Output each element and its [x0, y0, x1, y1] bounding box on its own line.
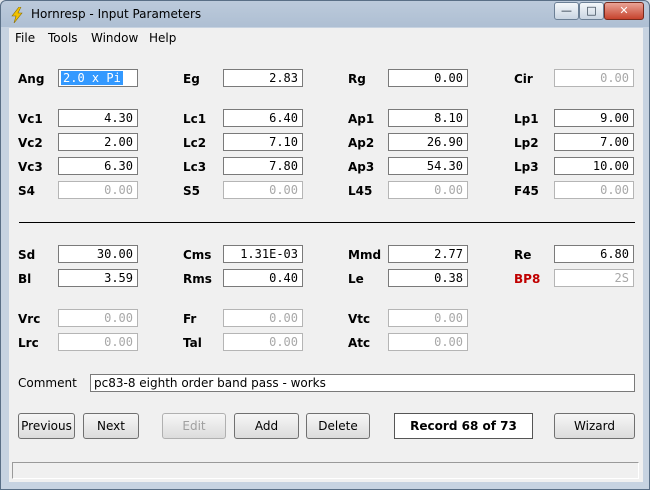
close-button[interactable]: ✕	[604, 2, 644, 20]
label-mmd: Mmd	[348, 248, 382, 262]
label-lp1: Lp1	[514, 112, 539, 126]
label-s4: S4	[18, 184, 35, 198]
maximize-button[interactable]: □	[579, 2, 604, 20]
window-title: Hornresp - Input Parameters	[31, 7, 202, 21]
label-lp2: Lp2	[514, 136, 539, 150]
label-re: Re	[514, 248, 532, 262]
lc3-field[interactable]: 7.80	[223, 157, 303, 175]
re-field[interactable]: 6.80	[554, 245, 634, 263]
menu-tools[interactable]: Tools	[48, 31, 78, 45]
vc2-field[interactable]: 2.00	[58, 133, 138, 151]
label-f45: F45	[514, 184, 539, 198]
vc1-field[interactable]: 4.30	[58, 109, 138, 127]
bl-field[interactable]: 3.59	[58, 269, 138, 287]
label-lp3: Lp3	[514, 160, 539, 174]
s5-field: 0.00	[223, 181, 303, 199]
label-tal: Tal	[183, 336, 202, 350]
label-lc1: Lc1	[183, 112, 207, 126]
lp2-field[interactable]: 7.00	[554, 133, 634, 151]
ang-selected-text: 2.0 x Pi	[61, 71, 123, 85]
add-button[interactable]: Add	[234, 413, 299, 439]
label-rms: Rms	[183, 272, 212, 286]
label-vc1: Vc1	[18, 112, 43, 126]
lc1-field[interactable]: 6.40	[223, 109, 303, 127]
sd-field[interactable]: 30.00	[58, 245, 138, 263]
edit-button[interactable]: Edit	[162, 413, 226, 439]
lp3-field[interactable]: 10.00	[554, 157, 634, 175]
label-cir: Cir	[514, 72, 533, 86]
vc3-field[interactable]: 6.30	[58, 157, 138, 175]
lp1-field[interactable]: 9.00	[554, 109, 634, 127]
label-vc2: Vc2	[18, 136, 43, 150]
label-l45: L45	[348, 184, 373, 198]
menu-help[interactable]: Help	[149, 31, 176, 45]
label-bl: Bl	[18, 272, 32, 286]
label-vtc: Vtc	[348, 312, 371, 326]
lc2-field[interactable]: 7.10	[223, 133, 303, 151]
section-divider	[19, 222, 635, 223]
le-field[interactable]: 0.38	[388, 269, 468, 287]
rms-field[interactable]: 0.40	[223, 269, 303, 287]
record-indicator: Record 68 of 73	[394, 413, 533, 439]
cir-field: 0.00	[554, 69, 634, 87]
input-parameters-panel: Ang 2.0 x Pi Eg 2.83 Rg 0.00 Cir 0.00 Vc…	[9, 48, 643, 482]
label-rg: Rg	[348, 72, 366, 86]
label-ap2: Ap2	[348, 136, 375, 150]
ap2-field[interactable]: 26.90	[388, 133, 468, 151]
label-comment: Comment	[18, 376, 77, 390]
minimize-button[interactable]: —	[554, 2, 579, 20]
lightning-bolt-icon	[11, 7, 23, 23]
comment-field[interactable]: pc83-8 eighth order band pass - works	[90, 374, 635, 392]
rg-field[interactable]: 0.00	[388, 69, 468, 87]
label-ang: Ang	[18, 72, 45, 86]
title-bar[interactable]: Hornresp - Input Parameters — □ ✕	[1, 1, 649, 28]
next-button[interactable]: Next	[83, 413, 139, 439]
s4-field: 0.00	[58, 181, 138, 199]
label-eg: Eg	[183, 72, 200, 86]
label-cms: Cms	[183, 248, 212, 262]
cms-field[interactable]: 1.31E-03	[223, 245, 303, 263]
vrc-field: 0.00	[58, 309, 138, 327]
mmd-field[interactable]: 2.77	[388, 245, 468, 263]
ang-field[interactable]: 2.0 x Pi	[58, 69, 138, 87]
lrc-field: 0.00	[58, 333, 138, 351]
l45-field: 0.00	[388, 181, 468, 199]
label-sd: Sd	[18, 248, 36, 262]
label-le: Le	[348, 272, 364, 286]
bp8-field: 2S	[554, 269, 634, 287]
app-window: Hornresp - Input Parameters — □ ✕ File T…	[0, 0, 650, 490]
menu-bar: File Tools Window Help	[9, 28, 643, 48]
label-ap3: Ap3	[348, 160, 375, 174]
f45-field: 0.00	[554, 181, 634, 199]
label-lc3: Lc3	[183, 160, 207, 174]
label-bp8[interactable]: BP8	[514, 272, 540, 286]
atc-field: 0.00	[388, 333, 468, 351]
tal-field: 0.00	[223, 333, 303, 351]
menu-file[interactable]: File	[15, 31, 35, 45]
label-vc3: Vc3	[18, 160, 43, 174]
label-fr: Fr	[183, 312, 197, 326]
label-vrc: Vrc	[18, 312, 41, 326]
fr-field: 0.00	[223, 309, 303, 327]
label-s5: S5	[183, 184, 200, 198]
ap1-field[interactable]: 8.10	[388, 109, 468, 127]
status-bar	[12, 462, 639, 479]
label-atc: Atc	[348, 336, 371, 350]
menu-window[interactable]: Window	[91, 31, 138, 45]
label-lc2: Lc2	[183, 136, 207, 150]
label-lrc: Lrc	[18, 336, 39, 350]
wizard-button[interactable]: Wizard	[554, 413, 635, 439]
eg-field[interactable]: 2.83	[223, 69, 303, 87]
delete-button[interactable]: Delete	[306, 413, 370, 439]
label-ap1: Ap1	[348, 112, 375, 126]
ap3-field[interactable]: 54.30	[388, 157, 468, 175]
previous-button[interactable]: Previous	[18, 413, 75, 439]
vtc-field: 0.00	[388, 309, 468, 327]
